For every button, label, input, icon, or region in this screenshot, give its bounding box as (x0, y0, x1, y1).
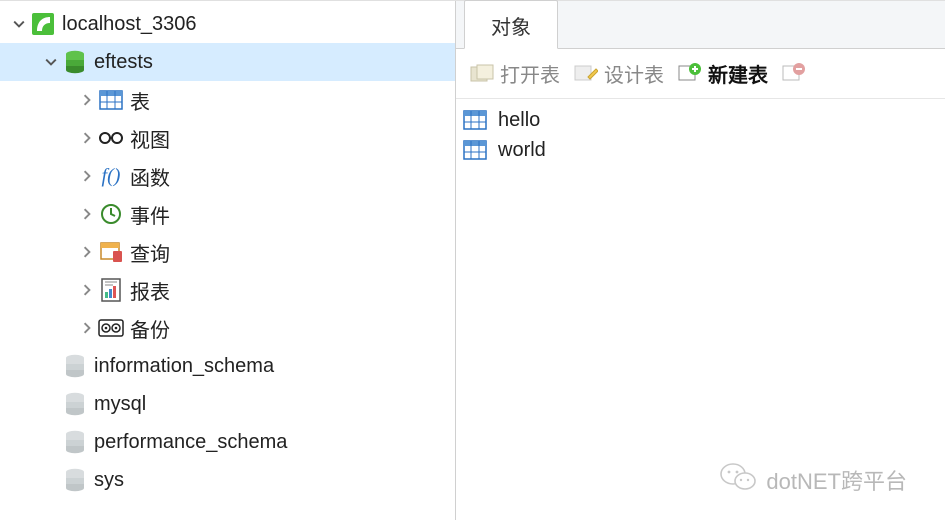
tree-item-events[interactable]: 事件 (0, 195, 455, 233)
tree-item-views[interactable]: 视图 (0, 119, 455, 157)
table-icon (98, 87, 124, 113)
tree-database[interactable]: · information_schema (0, 347, 455, 385)
table-name: hello (498, 109, 540, 132)
chevron-right-icon[interactable] (76, 317, 98, 340)
clock-icon (98, 201, 124, 227)
tree-database[interactable]: · mysql (0, 385, 455, 423)
db-label: sys (94, 469, 124, 492)
tree-item-queries[interactable]: 查询 (0, 233, 455, 271)
tree-database-selected[interactable]: eftests (0, 43, 455, 81)
server-icon (30, 11, 56, 37)
tree-item-tables[interactable]: 表 (0, 81, 455, 119)
database-icon-inactive (62, 391, 88, 417)
db-label: performance_schema (94, 431, 287, 454)
list-item[interactable]: world (458, 135, 943, 165)
tab-objects[interactable]: 对象 (464, 0, 558, 49)
delete-table-button[interactable] (776, 60, 812, 88)
tab-bar: 对象 (456, 1, 945, 49)
tree-database[interactable]: · performance_schema (0, 423, 455, 461)
function-icon: f() (98, 163, 124, 189)
tree-item-reports[interactable]: 报表 (0, 271, 455, 309)
chevron-right-icon[interactable] (76, 241, 98, 264)
item-label: 报表 (130, 276, 170, 305)
nav-tree: localhost_3306 eftests 表 视图 f() 函数 事件 (0, 1, 455, 520)
wechat-icon (720, 462, 756, 498)
table-list: hello world (456, 99, 945, 171)
chevron-right-icon[interactable] (76, 203, 98, 226)
table-icon (462, 107, 488, 133)
chevron-right-icon[interactable] (76, 165, 98, 188)
list-item[interactable]: hello (458, 105, 943, 135)
item-label: 视图 (130, 124, 170, 153)
design-table-button[interactable]: 设计表 (568, 57, 670, 90)
chevron-right-icon[interactable] (76, 89, 98, 112)
db-label: eftests (94, 51, 153, 74)
database-icon-inactive (62, 353, 88, 379)
delete-table-icon (782, 62, 806, 86)
database-icon-inactive (62, 467, 88, 493)
open-table-icon (470, 62, 494, 86)
tree-item-backups[interactable]: 备份 (0, 309, 455, 347)
tool-label: 打开表 (500, 59, 560, 88)
table-name: world (498, 139, 546, 162)
table-icon (462, 137, 488, 163)
item-label: 事件 (130, 200, 170, 229)
chevron-right-icon[interactable] (76, 127, 98, 150)
glasses-icon (98, 125, 124, 151)
tree-database[interactable]: · sys (0, 461, 455, 499)
item-label: 查询 (130, 238, 170, 267)
chevron-down-icon[interactable] (40, 51, 62, 74)
tree-connection[interactable]: localhost_3306 (0, 5, 455, 43)
chevron-right-icon[interactable] (76, 279, 98, 302)
query-icon (98, 239, 124, 265)
watermark: dotNET跨平台 (720, 462, 907, 498)
watermark-text: dotNET跨平台 (766, 464, 907, 496)
design-table-icon (574, 62, 598, 86)
tree-item-functions[interactable]: f() 函数 (0, 157, 455, 195)
open-table-button[interactable]: 打开表 (464, 57, 566, 90)
item-label: 表 (130, 86, 150, 115)
report-icon (98, 277, 124, 303)
item-label: 备份 (130, 314, 170, 343)
tool-label: 新建表 (708, 59, 768, 88)
new-table-icon (678, 62, 702, 86)
connection-label: localhost_3306 (62, 13, 197, 36)
new-table-button[interactable]: 新建表 (672, 57, 774, 90)
toolbar: 打开表 设计表 新建表 (456, 49, 945, 99)
item-label: 函数 (130, 162, 170, 191)
main-panel: 对象 打开表 设计表 新建表 hello (455, 1, 945, 520)
database-icon (62, 49, 88, 75)
chevron-down-icon[interactable] (8, 13, 30, 36)
database-icon-inactive (62, 429, 88, 455)
db-label: mysql (94, 393, 146, 416)
backup-icon (98, 315, 124, 341)
db-label: information_schema (94, 355, 274, 378)
tool-label: 设计表 (604, 59, 664, 88)
